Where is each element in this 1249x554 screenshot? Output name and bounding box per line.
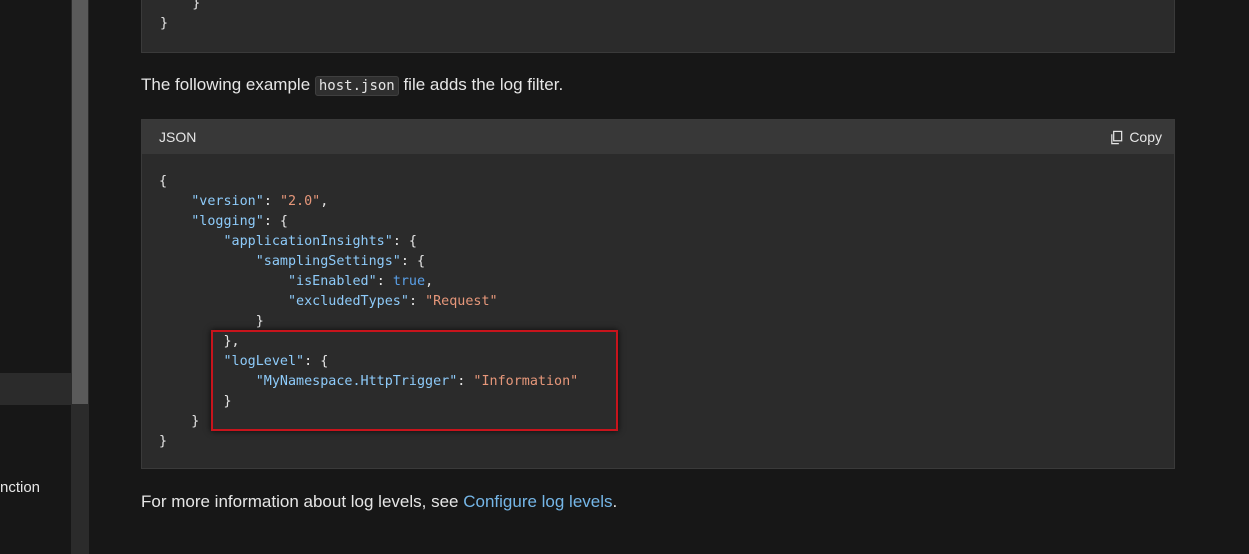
inline-code-host-json: host.json (314, 76, 399, 96)
highlight-box-loglevel (211, 330, 618, 431)
code-block-header: JSON Copy (142, 120, 1174, 154)
sidebar-item-selected[interactable] (0, 373, 71, 405)
paragraph-text: file adds the log filter. (398, 75, 564, 94)
code-language-label: JSON (159, 129, 197, 145)
paragraph-more-info: For more information about log levels, s… (141, 492, 617, 512)
copy-icon (1111, 130, 1123, 144)
copy-button[interactable]: Copy (1109, 129, 1162, 145)
paragraph-text: . (612, 492, 618, 511)
configure-log-levels-link[interactable]: Configure log levels (463, 492, 612, 511)
code-line: } (160, 16, 169, 31)
paragraph-text: For more information about log levels, s… (141, 492, 464, 511)
copy-label: Copy (1129, 129, 1162, 145)
sidebar-scrollbar-thumb[interactable] (72, 0, 88, 404)
sidebar (0, 0, 71, 554)
sidebar-item-label[interactable]: nction (0, 479, 40, 496)
code-line: } (160, 0, 201, 11)
paragraph-text: The following example (141, 75, 315, 94)
paragraph-intro: The following example host.json file add… (141, 75, 564, 96)
previous-code-block: } } (141, 0, 1175, 53)
